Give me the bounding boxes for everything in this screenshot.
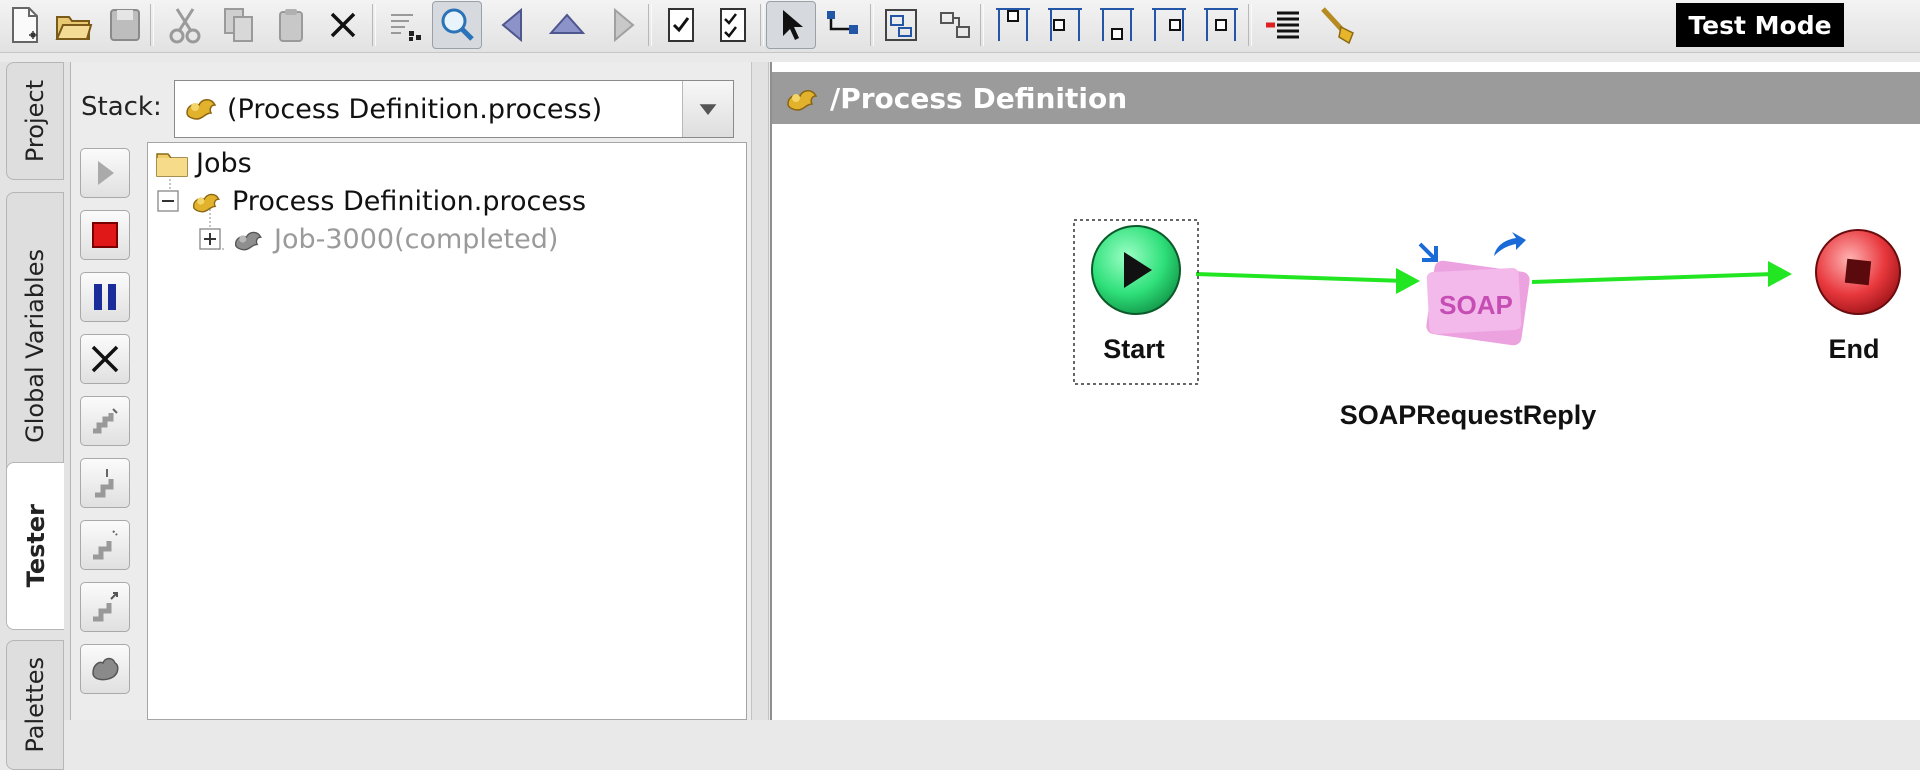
collapse-minus-icon[interactable] bbox=[156, 189, 180, 213]
checklist-icon[interactable] bbox=[656, 1, 706, 49]
test-mode-indicator[interactable]: Test Mode bbox=[1676, 3, 1844, 47]
end-node-label: End bbox=[1829, 334, 1880, 364]
triangle-left-icon[interactable] bbox=[488, 1, 538, 49]
arrow-pointer-icon[interactable] bbox=[766, 1, 816, 49]
canvas-title-bar: /Process Definition bbox=[772, 72, 1920, 124]
stop-icon bbox=[1844, 258, 1872, 286]
side-tab-strip: Project Global Variables Tester Palettes bbox=[0, 62, 71, 770]
close-icon[interactable] bbox=[80, 334, 130, 384]
transition-start-to-soap[interactable] bbox=[1195, 268, 1420, 294]
double-checklist-icon[interactable] bbox=[708, 1, 758, 49]
canvas-title: /Process Definition bbox=[830, 81, 1128, 115]
soap-node-label: SOAPRequestReply bbox=[1340, 400, 1597, 430]
tab-palettes-label: Palettes bbox=[21, 657, 49, 753]
new-document-icon[interactable] bbox=[0, 1, 50, 49]
tab-tester-label: Tester bbox=[21, 504, 50, 588]
step-into-icon[interactable] bbox=[80, 458, 130, 508]
zoom-fit-icon[interactable] bbox=[380, 1, 430, 49]
end-node[interactable]: End bbox=[1815, 229, 1901, 364]
soap-request-reply-node[interactable]: SOAP SOAPRequestReply bbox=[1340, 232, 1597, 430]
group-icon[interactable] bbox=[876, 1, 926, 49]
stack-label: Stack: bbox=[81, 92, 162, 122]
align-left-icon[interactable] bbox=[1040, 1, 1090, 49]
process-icon bbox=[787, 90, 818, 111]
tester-panel: Stack: (Process Definition.process) Jobs… bbox=[71, 62, 751, 720]
close-icon[interactable] bbox=[318, 1, 368, 49]
align-bottom-icon[interactable] bbox=[1092, 1, 1142, 49]
breakpoint-list-icon[interactable] bbox=[1258, 1, 1308, 49]
soap-badge-text: SOAP bbox=[1439, 290, 1513, 320]
tree-item-job[interactable]: Job-3000(completed) bbox=[198, 221, 558, 257]
chevron-down-icon[interactable] bbox=[682, 81, 733, 137]
job-tree: Jobs Process Definition.process Job-3000… bbox=[147, 142, 747, 720]
copy-icon[interactable] bbox=[214, 1, 264, 49]
process-diagram: Start SOAP SOAPRequestReply End bbox=[1073, 219, 1901, 430]
process-icon bbox=[192, 193, 220, 213]
input-arrow-icon bbox=[1418, 242, 1438, 262]
align-center-icon[interactable] bbox=[1196, 1, 1246, 49]
tab-project-label: Project bbox=[21, 79, 49, 163]
step-out-icon[interactable] bbox=[80, 520, 130, 570]
transition-icon[interactable] bbox=[818, 1, 868, 49]
align-top-icon[interactable] bbox=[988, 1, 1038, 49]
align-right-icon[interactable] bbox=[1144, 1, 1194, 49]
tree-connectors bbox=[169, 179, 224, 250]
triangle-up-icon[interactable] bbox=[542, 1, 592, 49]
job-gear-icon[interactable] bbox=[80, 644, 130, 694]
main-toolbar: Test Mode bbox=[0, 0, 1920, 53]
start-node[interactable]: Start bbox=[1073, 219, 1199, 385]
magnifier-icon[interactable] bbox=[432, 1, 482, 49]
tree-item-process[interactable]: Process Definition.process bbox=[156, 183, 586, 219]
tab-global-variables-label: Global Variables bbox=[21, 249, 49, 443]
tree-item-label: Job-3000(completed) bbox=[274, 223, 559, 255]
step-over-icon[interactable] bbox=[80, 396, 130, 446]
output-arrow-icon bbox=[1494, 232, 1526, 256]
tab-tester[interactable]: Tester bbox=[6, 462, 64, 630]
stop-icon[interactable] bbox=[80, 210, 130, 260]
tree-item-label: Process Definition.process bbox=[232, 185, 587, 217]
layout-icon[interactable] bbox=[930, 1, 980, 49]
stack-dropdown[interactable]: (Process Definition.process) bbox=[174, 80, 734, 138]
stack-dropdown-value: (Process Definition.process) bbox=[227, 93, 603, 125]
process-canvas-panel: /Process Definition Start SOAP SOAPReque… bbox=[770, 62, 1920, 720]
panel-splitter[interactable] bbox=[751, 62, 769, 720]
tab-palettes[interactable]: Palettes bbox=[6, 640, 64, 770]
tab-project[interactable]: Project bbox=[6, 62, 64, 180]
step-back-icon[interactable] bbox=[80, 582, 130, 632]
pause-icon[interactable] bbox=[80, 272, 130, 322]
process-icon bbox=[186, 99, 217, 120]
job-icon bbox=[234, 231, 262, 251]
open-folder-icon[interactable] bbox=[48, 1, 98, 49]
clipboard-icon[interactable] bbox=[266, 1, 316, 49]
scissors-icon[interactable] bbox=[160, 1, 210, 49]
test-wand-icon[interactable] bbox=[1312, 1, 1362, 49]
start-node-label: Start bbox=[1103, 334, 1165, 364]
tab-global-variables[interactable]: Global Variables bbox=[6, 192, 64, 500]
save-disk-icon[interactable] bbox=[100, 1, 150, 49]
transition-soap-to-end[interactable] bbox=[1531, 261, 1792, 287]
triangle-right-icon[interactable] bbox=[598, 1, 648, 49]
play-icon[interactable] bbox=[80, 148, 130, 198]
expand-plus-icon[interactable] bbox=[198, 227, 222, 251]
